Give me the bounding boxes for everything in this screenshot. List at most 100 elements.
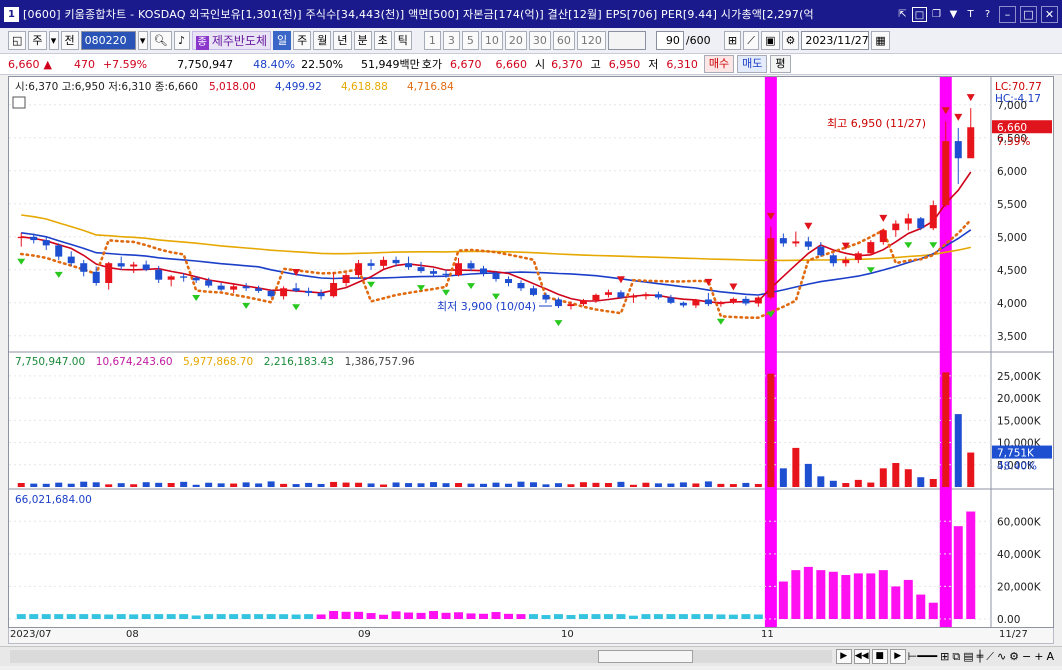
grid-icon[interactable]: ⊞ xyxy=(940,650,949,663)
layout-small-icon[interactable]: ▤ xyxy=(963,650,973,663)
volume-legend-value: 2,216,183.43 xyxy=(264,356,334,368)
volume-bar xyxy=(42,483,50,487)
x-label-aug: 08 xyxy=(126,629,139,640)
code-dropdown-icon[interactable]: ▾ xyxy=(137,31,148,50)
minute-10[interactable]: 10 xyxy=(480,31,503,50)
volume-bar xyxy=(55,482,63,487)
amount-bar xyxy=(29,614,39,619)
volume-bar xyxy=(380,484,388,487)
amount-bar xyxy=(404,612,414,619)
rewind-icon[interactable]: ◀◀ xyxy=(853,649,870,664)
cross-icon[interactable]: ╪ xyxy=(977,650,984,663)
scroll-thumb[interactable] xyxy=(598,650,693,663)
help-icon[interactable]: ? xyxy=(980,7,995,22)
stop-icon[interactable]: ■ xyxy=(871,649,888,664)
play-icon[interactable]: ▶ xyxy=(835,649,852,664)
save-icon[interactable]: ▣ xyxy=(761,31,780,50)
minute-120[interactable]: 120 xyxy=(576,31,606,50)
amount-tick-label: 60,000K xyxy=(997,516,1042,528)
tab-week[interactable]: 주 xyxy=(293,31,312,50)
amount-bar xyxy=(578,614,588,619)
stock-code-input[interactable]: 080220 xyxy=(80,31,136,50)
window-number: 1 xyxy=(4,6,19,22)
tab-day[interactable]: 일 xyxy=(273,31,292,50)
tab-second[interactable]: 초 xyxy=(373,31,392,50)
amount-bar xyxy=(691,614,701,619)
minimize-button[interactable]: – xyxy=(999,5,1016,23)
period-dropdown-icon[interactable]: ▾ xyxy=(48,31,59,50)
minute-30[interactable]: 30 xyxy=(528,31,551,50)
copy-icon[interactable]: ⧉ xyxy=(952,650,960,664)
indicator-icon[interactable]: ⊞ xyxy=(723,31,742,50)
amount-tick-label: 40,000K xyxy=(997,549,1042,561)
settings-small-icon[interactable]: ⚙ xyxy=(1009,650,1019,663)
minute-60[interactable]: 60 xyxy=(552,31,575,50)
candle-body xyxy=(355,263,363,276)
link-icon[interactable]: ⇱ xyxy=(895,7,910,22)
ma-legend-value: 4,716.84 xyxy=(407,81,454,93)
amount-bar xyxy=(266,614,276,619)
tab-month[interactable]: 월 xyxy=(313,31,332,50)
minute-20[interactable]: 20 xyxy=(504,31,527,50)
prev-button[interactable]: 전 xyxy=(60,31,79,50)
sell-button[interactable]: 매도 xyxy=(737,55,768,73)
ma-legend-value: 5,018.00 xyxy=(209,81,256,93)
zoom-out-icon[interactable]: − xyxy=(1022,650,1031,663)
count-input[interactable]: 90 xyxy=(655,31,684,50)
tab-tick[interactable]: 틱 xyxy=(393,31,412,50)
gear-icon[interactable]: ⚙ xyxy=(781,31,800,50)
zoom-slider-icon[interactable]: ⊢━━━ xyxy=(908,650,937,663)
buy-button[interactable]: 매수 xyxy=(703,55,735,73)
volume-bar xyxy=(867,482,875,487)
window-icon[interactable]: ❐ xyxy=(929,7,944,22)
tab-minute[interactable]: 분 xyxy=(353,31,372,50)
pin-icon[interactable]: ▼ xyxy=(946,7,961,22)
amount-bar xyxy=(566,614,576,619)
candle-body xyxy=(942,141,950,206)
min-price-label: 최저 3,900 (10/04) xyxy=(437,300,536,313)
volume-bar xyxy=(742,482,750,487)
tab-year[interactable]: 년 xyxy=(333,31,352,50)
minute-1[interactable]: 1 xyxy=(423,31,441,50)
candle-body xyxy=(504,279,512,283)
interval-input[interactable] xyxy=(607,31,646,50)
volume-bar xyxy=(192,484,200,487)
line-icon[interactable]: ⟋ xyxy=(986,650,994,664)
zoom-in-icon[interactable]: + xyxy=(1034,650,1043,663)
text-icon[interactable]: T xyxy=(963,7,978,22)
font-size-icon[interactable]: A xyxy=(1046,650,1054,663)
volume-bar xyxy=(367,483,375,487)
period-select[interactable]: 주 xyxy=(28,31,47,50)
volume-bar xyxy=(767,373,775,487)
hoga-label: 호가 xyxy=(421,58,443,71)
volume-percent: 48.40% xyxy=(253,57,296,71)
chart-svg[interactable]: 7,0006,5006,0005,5005,0004,5004,0003,500… xyxy=(9,77,1053,627)
search-icon[interactable]: 🔍︎ xyxy=(149,31,172,50)
maximize-button[interactable]: □ xyxy=(1020,5,1037,23)
amount-bar xyxy=(678,614,688,619)
candle-body xyxy=(729,298,737,303)
amount-bar xyxy=(903,579,913,619)
scroll-track[interactable] xyxy=(10,650,832,663)
sound-icon[interactable]: ♪ xyxy=(173,31,190,50)
draw-tool-icon[interactable]: ⟋ xyxy=(743,31,760,50)
candle-body xyxy=(130,264,138,267)
volume: 7,750,947 xyxy=(177,57,234,71)
close-button[interactable]: ✕ xyxy=(1041,5,1058,23)
amount-bar xyxy=(454,612,464,619)
chart-type-icon[interactable]: ◱ xyxy=(8,31,27,50)
amount-bar xyxy=(916,594,926,619)
calendar-icon[interactable]: ▦ xyxy=(871,31,890,50)
minute-3[interactable]: 3 xyxy=(442,31,460,50)
volume-bar xyxy=(942,372,950,487)
chart-area[interactable]: 7,000 6,500 6,000 5,500 5,000 4,500 4,000 3,500… xyxy=(8,76,1054,628)
volume-bar xyxy=(554,483,562,487)
minute-5[interactable]: 5 xyxy=(461,31,479,50)
layout-icon[interactable]: □ xyxy=(912,6,927,22)
wave-icon[interactable]: ∿ xyxy=(997,650,1006,663)
candle-body xyxy=(305,290,313,293)
up-arrow-icon: ▲ xyxy=(43,57,52,71)
date-input[interactable]: 2023/11/27 xyxy=(801,31,870,50)
flat-button[interactable]: 평 xyxy=(770,55,791,73)
forward-icon[interactable]: ▶ xyxy=(889,649,906,664)
